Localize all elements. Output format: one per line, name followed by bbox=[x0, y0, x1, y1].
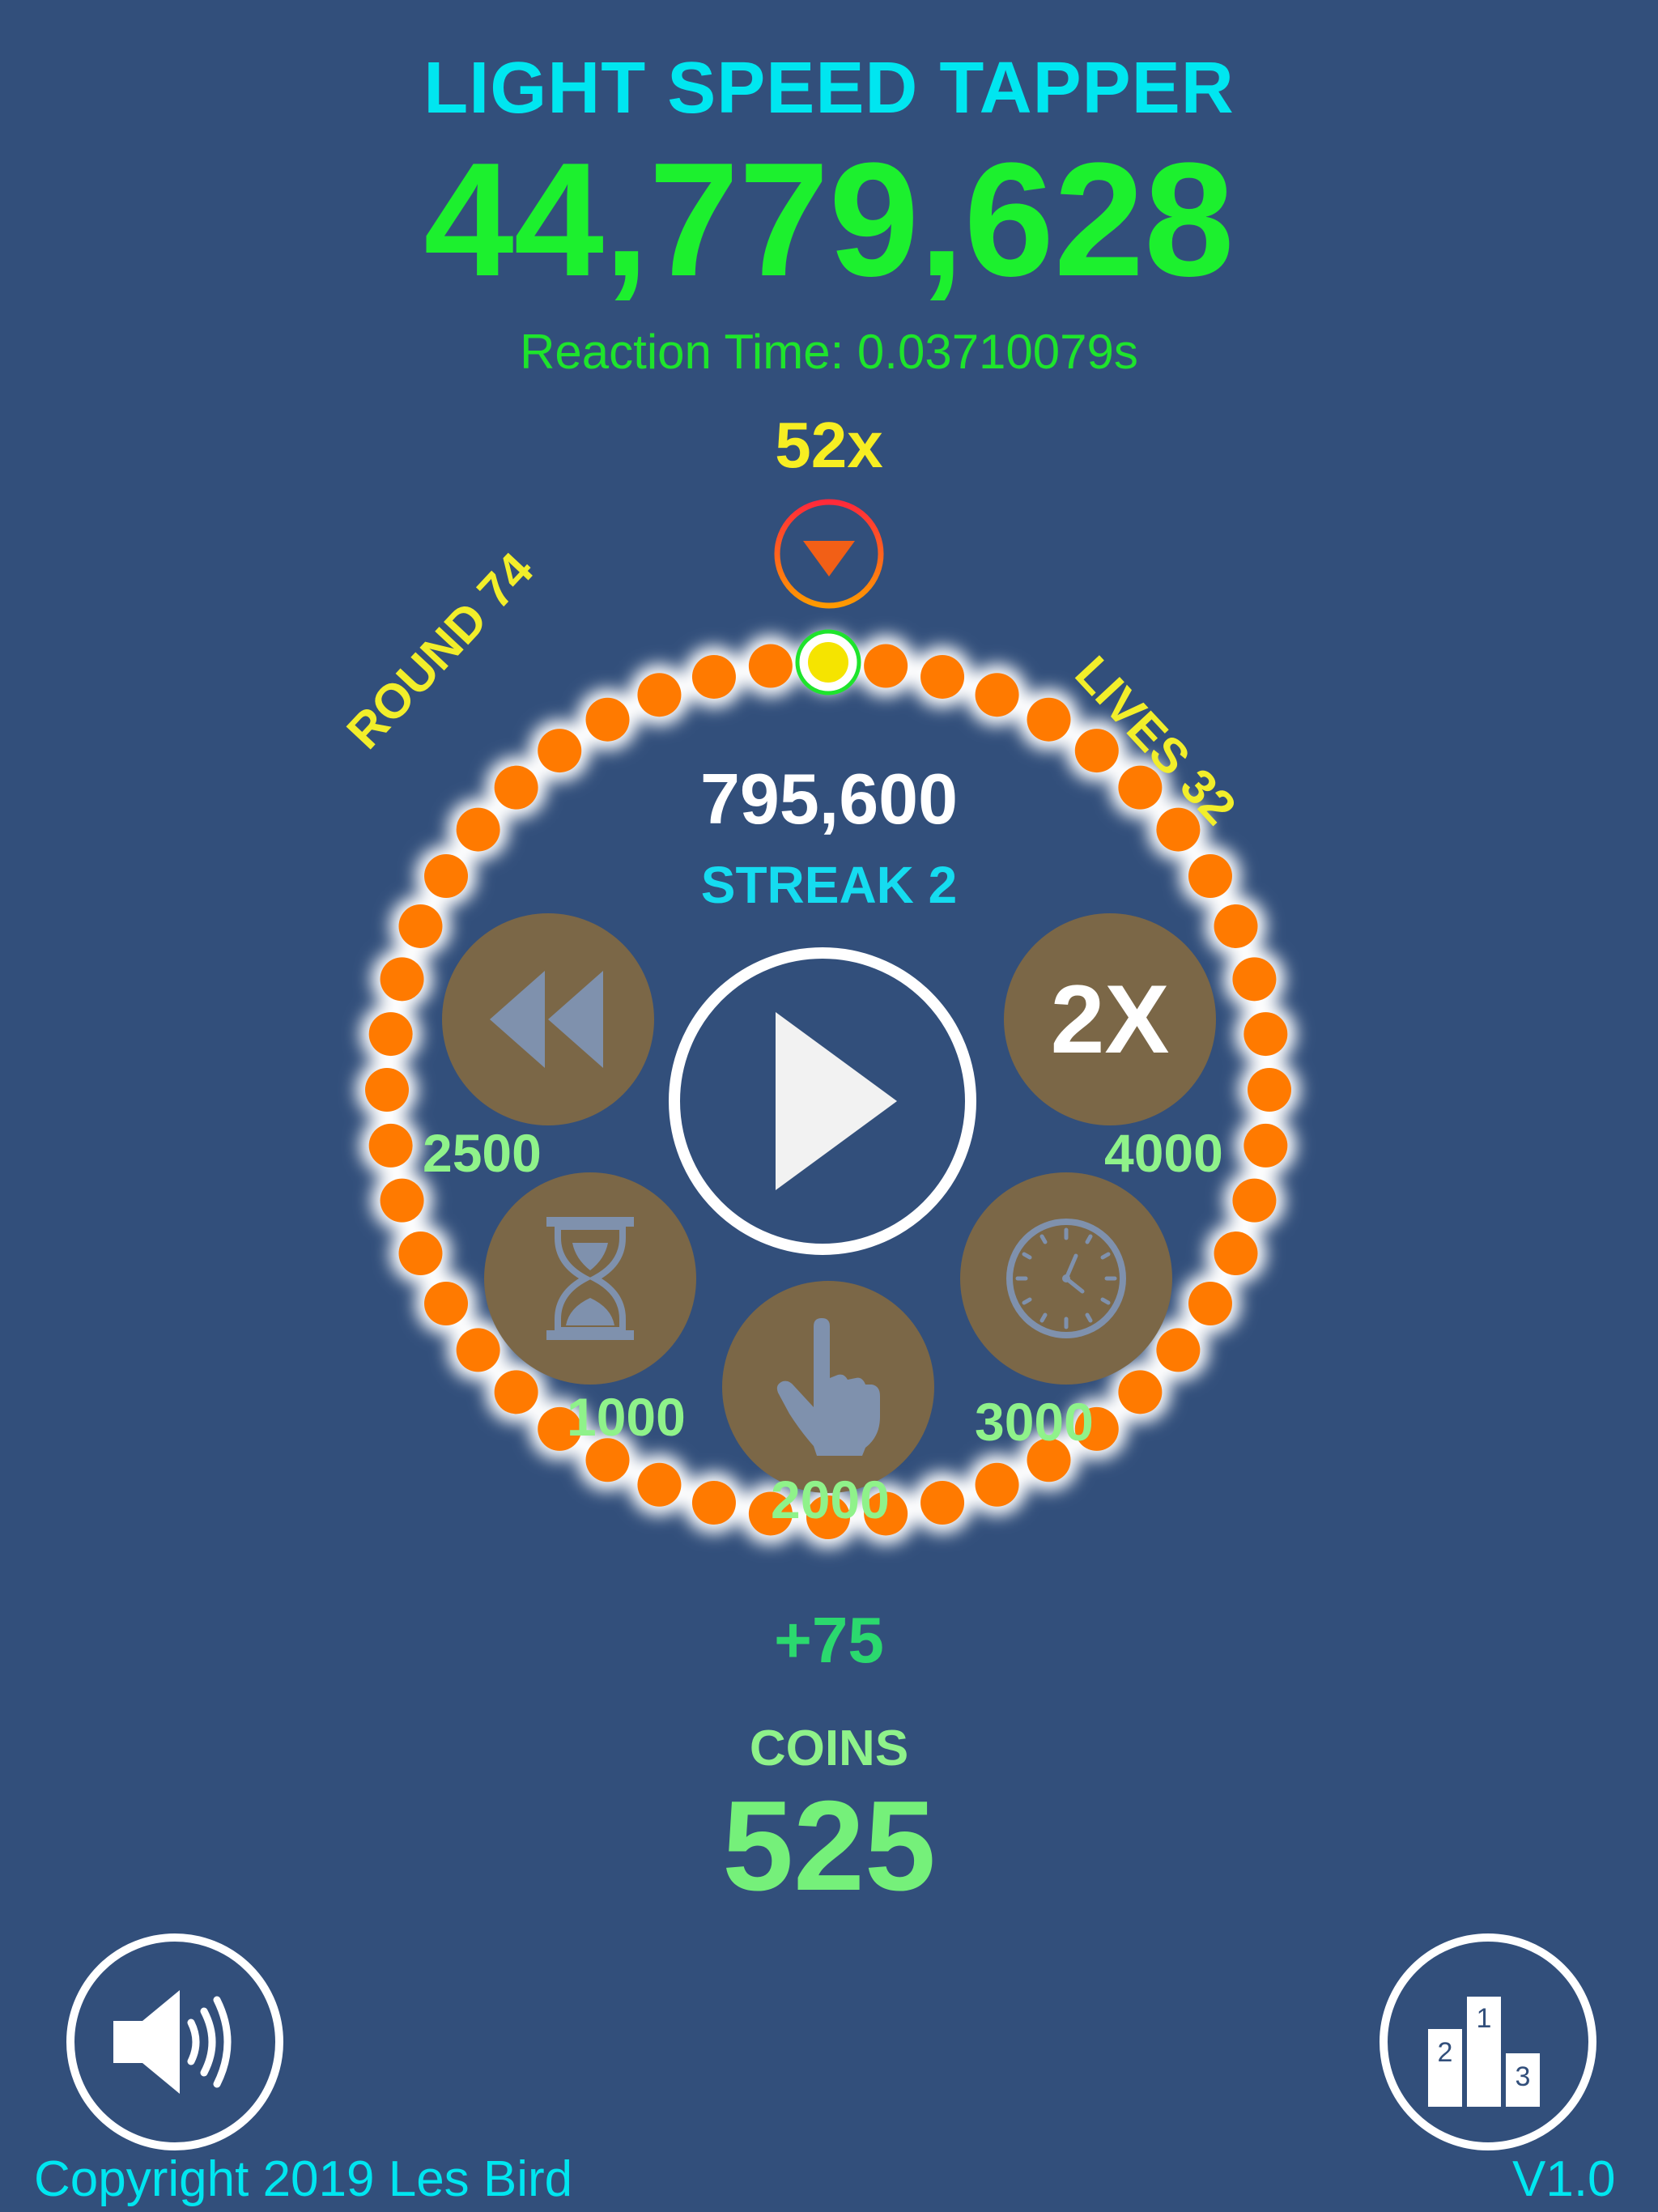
ring-dot bbox=[1027, 697, 1071, 742]
play-icon bbox=[776, 1012, 897, 1190]
ring-dot bbox=[1248, 1068, 1291, 1112]
tap-finger-icon bbox=[776, 1318, 880, 1456]
ring-dot bbox=[1232, 1178, 1277, 1223]
ring-dot bbox=[1244, 1123, 1288, 1168]
coins-value: 525 bbox=[722, 1775, 936, 1917]
version-label: V1.0 bbox=[1512, 2151, 1616, 2207]
ring-dot bbox=[637, 673, 682, 717]
ring-dot bbox=[975, 673, 1019, 717]
round-score: 795,600 bbox=[699, 759, 959, 839]
copyright-text: Copyright 2019 Les Bird bbox=[34, 2151, 573, 2207]
ring-dot bbox=[864, 644, 908, 688]
podium-place-3: 3 bbox=[1516, 2061, 1531, 2092]
podium-icon: 2 1 3 bbox=[1428, 1997, 1540, 2107]
podium-place-2: 2 bbox=[1438, 2037, 1453, 2068]
double-points-button[interactable]: 2X bbox=[1004, 913, 1216, 1125]
ring-dot bbox=[691, 1481, 736, 1525]
podium-place-1: 1 bbox=[1477, 2003, 1492, 2034]
ring-dot bbox=[975, 1462, 1019, 1507]
target-dot bbox=[808, 642, 848, 683]
sound-toggle-button[interactable] bbox=[66, 1933, 283, 2150]
ring-dot bbox=[1156, 1328, 1201, 1372]
ring-dot bbox=[380, 1178, 424, 1223]
ring-dot bbox=[748, 644, 793, 688]
rewind-powerup-button[interactable] bbox=[442, 913, 654, 1125]
ring-dot bbox=[920, 654, 965, 699]
double-cost: 4000 bbox=[1104, 1123, 1223, 1183]
clock-icon bbox=[1006, 1219, 1126, 1338]
ring-dot bbox=[920, 1481, 965, 1525]
ring-dot bbox=[637, 1462, 682, 1507]
ring-dot bbox=[585, 697, 630, 742]
leaderboard-button[interactable]: 2 1 3 bbox=[1380, 1933, 1596, 2150]
coins-label: COINS bbox=[749, 1721, 909, 1776]
ring-dot bbox=[368, 1123, 413, 1168]
clock-cost: 3000 bbox=[975, 1392, 1094, 1452]
ring-dot bbox=[494, 1370, 538, 1414]
tap-cost: 2000 bbox=[771, 1470, 890, 1529]
streak-counter: STREAK 2 bbox=[700, 856, 958, 914]
ring-dot bbox=[1244, 1012, 1288, 1057]
hourglass-powerup-button[interactable] bbox=[484, 1172, 696, 1385]
ring-dot bbox=[398, 1231, 443, 1276]
rewind-cost: 2500 bbox=[423, 1123, 542, 1183]
points-gained: +75 bbox=[774, 1604, 884, 1676]
clock-powerup-button[interactable] bbox=[960, 1172, 1172, 1385]
speaker-icon bbox=[113, 1990, 232, 2094]
ring-dot bbox=[1188, 1282, 1232, 1325]
ring-dot bbox=[1214, 1231, 1258, 1276]
ring-dot bbox=[1118, 1370, 1163, 1414]
ring-dot bbox=[368, 1012, 413, 1057]
ring-dot bbox=[691, 654, 736, 699]
hourglass-icon bbox=[546, 1217, 634, 1340]
rewind-icon bbox=[490, 971, 603, 1068]
hourglass-cost: 1000 bbox=[567, 1387, 686, 1447]
tap-powerup-button[interactable] bbox=[722, 1281, 934, 1493]
ring-dot bbox=[365, 1068, 409, 1112]
double-label: 2X bbox=[1050, 965, 1170, 1074]
ring-dot bbox=[456, 1328, 500, 1372]
play-button[interactable] bbox=[669, 947, 976, 1255]
ring-dot bbox=[424, 1282, 469, 1325]
ring-dot bbox=[380, 957, 424, 1002]
ring-dot bbox=[1232, 957, 1277, 1002]
game-screen: { "game": { "title": "LIGHT SPEED TAPPER… bbox=[0, 0, 1658, 2212]
